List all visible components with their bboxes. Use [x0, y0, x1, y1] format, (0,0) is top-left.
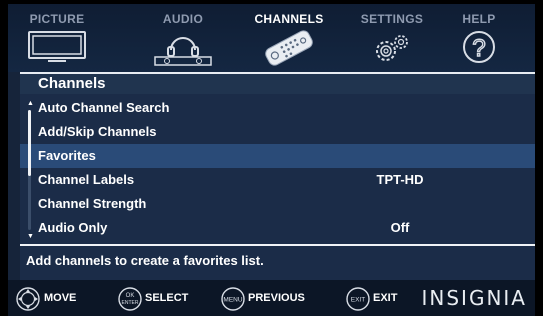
exit-key-text: EXIT — [351, 297, 365, 304]
menu-item-label: Channel Labels — [38, 172, 135, 187]
move-label: MOVE — [44, 292, 77, 304]
brand-logo: INSIGNIA — [421, 286, 527, 310]
menu-list: Auto Channel Search Add/Skip Channels Fa… — [20, 94, 535, 242]
dpad-icon — [16, 287, 40, 311]
tab-help[interactable]: HELP ? — [454, 4, 504, 72]
tv-icon — [28, 31, 86, 62]
ok-key-text: OK — [126, 293, 135, 299]
menu-item-audio-only[interactable]: Audio Only Off — [20, 216, 535, 240]
select-label: SELECT — [145, 292, 189, 304]
tab-audio[interactable]: AUDIO — [146, 4, 220, 72]
previous-label: PREVIOUS — [248, 292, 305, 304]
tab-help-label: HELP — [462, 12, 496, 26]
svg-text:?: ? — [472, 35, 485, 62]
menu-key-icon: MENU — [221, 287, 245, 311]
menu-item-favorites[interactable]: Favorites — [20, 144, 535, 168]
menu-item-channel-labels[interactable]: Channel Labels TPT-HD — [20, 168, 535, 192]
ok-enter-icon: OK ENTER — [118, 287, 142, 311]
question-icon: ? — [463, 31, 495, 63]
menu-tab-bar: PICTURE AUDIO CHANNELS SETTINGS HELP ? — [8, 4, 535, 72]
gears-icon — [376, 35, 408, 61]
exit-button[interactable]: EXIT EXIT — [346, 287, 416, 311]
tab-channels-label: CHANNELS — [254, 12, 324, 26]
exit-label: EXIT — [373, 292, 398, 304]
previous-button[interactable]: MENU PREVIOUS — [221, 287, 317, 311]
tab-settings-label: SETTINGS — [360, 12, 424, 26]
menu-item-label: Audio Only — [38, 220, 108, 235]
menu-item-label: Favorites — [38, 148, 96, 163]
scrollbar[interactable]: ▲ ▼ — [27, 100, 34, 240]
footer-bar: MOVE OK ENTER SELECT MENU PREVIOUS EXIT … — [8, 280, 535, 316]
menu-item-label: Add/Skip Channels — [38, 124, 157, 139]
tab-audio-label: AUDIO — [162, 12, 204, 26]
enter-key-text: ENTER — [122, 300, 139, 306]
osd-screen: PICTURE AUDIO CHANNELS SETTINGS HELP ? C… — [8, 4, 535, 316]
headphones-icon — [154, 37, 212, 66]
move-button[interactable]: MOVE — [16, 287, 96, 311]
select-button[interactable]: OK ENTER SELECT — [118, 287, 200, 311]
exit-key-icon: EXIT — [346, 287, 370, 311]
panel-title: Channels — [38, 75, 106, 92]
remote-icon — [265, 30, 313, 66]
help-hint: Add channels to create a favorites list. — [20, 248, 535, 272]
tab-settings[interactable]: SETTINGS — [358, 4, 426, 72]
tab-picture[interactable]: PICTURE — [24, 4, 90, 72]
help-hint-text: Add channels to create a favorites list. — [26, 253, 264, 268]
menu-key-text: MENU — [223, 297, 242, 304]
tv-frame: PICTURE AUDIO CHANNELS SETTINGS HELP ? C… — [0, 0, 543, 316]
menu-item-channel-strength[interactable]: Channel Strength — [20, 192, 535, 216]
tab-channels[interactable]: CHANNELS — [252, 4, 326, 72]
panel-title-bar: Channels — [20, 72, 535, 94]
scroll-down-arrow-icon: ▼ — [27, 233, 34, 240]
scroll-up-arrow-icon: ▲ — [27, 100, 34, 107]
menu-item-auto-channel-search[interactable]: Auto Channel Search — [20, 96, 535, 120]
menu-item-add-skip-channels[interactable]: Add/Skip Channels — [20, 120, 535, 144]
tab-picture-label: PICTURE — [29, 12, 85, 26]
menu-item-label: Channel Strength — [38, 196, 147, 211]
menu-item-value: Off — [390, 220, 410, 235]
menu-item-value: TPT-HD — [376, 172, 424, 187]
scrollbar-thumb[interactable] — [28, 110, 31, 176]
divider — [20, 244, 535, 246]
menu-item-label: Auto Channel Search — [38, 100, 170, 115]
